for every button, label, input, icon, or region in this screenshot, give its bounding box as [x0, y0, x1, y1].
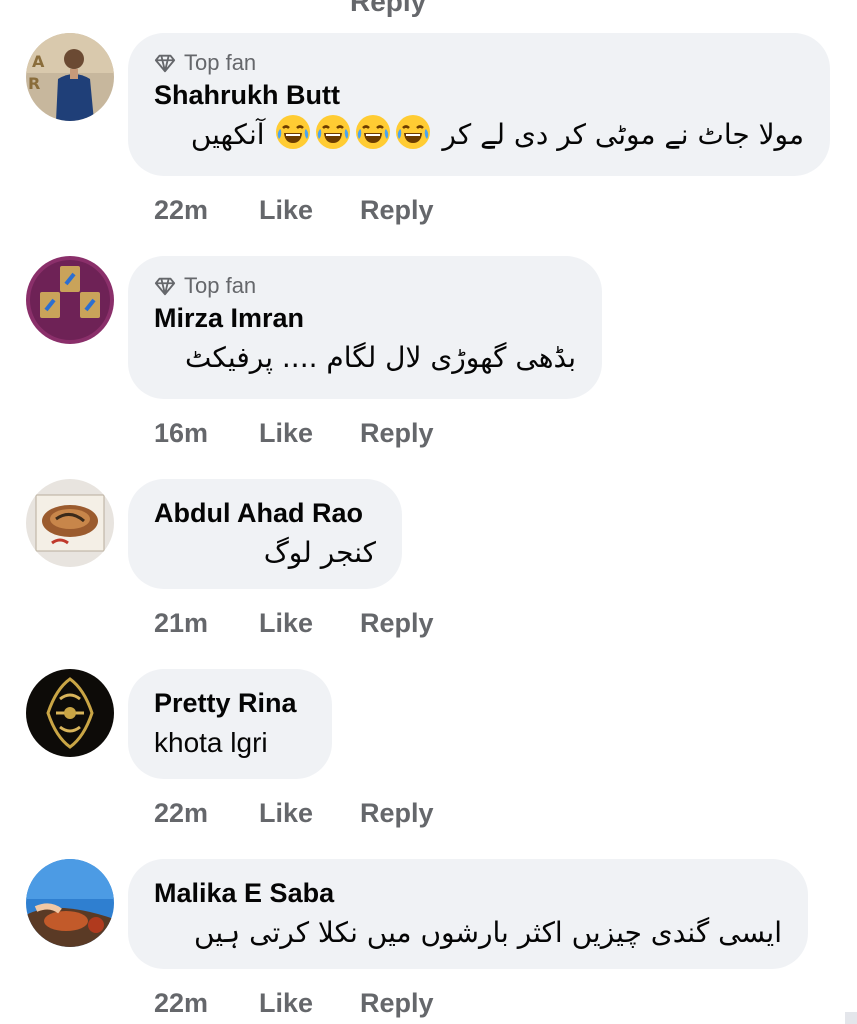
- emoji-group: [265, 115, 434, 151]
- comment-bubble[interactable]: Top fan Mirza Imran بڈھی گھوڑی لال لگام …: [128, 256, 602, 399]
- like-button[interactable]: Like: [259, 415, 360, 451]
- comment-bubble[interactable]: Malika E Saba ایسی گندی چیزیں اکثر بارشو…: [128, 859, 808, 969]
- comment-text: ایسی گندی چیزیں اکثر بارشوں میں نکلا کرت…: [194, 916, 782, 949]
- commenter-name[interactable]: Shahrukh Butt: [154, 77, 804, 113]
- diamond-icon: [154, 54, 176, 73]
- comment-text-part: مولا جاٹ نے موٹی کر دی لے کر: [442, 118, 804, 151]
- scrollbar-edge[interactable]: [845, 1012, 857, 1024]
- avatar-image: [26, 669, 114, 757]
- laughing-emoji-icon: [276, 115, 311, 149]
- avatar-image: [26, 859, 114, 947]
- svg-text:R: R: [28, 74, 40, 93]
- commenter-name[interactable]: Pretty Rina: [154, 685, 306, 721]
- comment-actions: 22m Like Reply: [154, 192, 434, 228]
- commenter-name[interactable]: Mirza Imran: [154, 300, 576, 336]
- top-fan-badge: Top fan: [154, 272, 576, 300]
- badge-label: Top fan: [184, 273, 257, 298]
- reply-button[interactable]: Reply: [360, 605, 434, 641]
- like-button[interactable]: Like: [259, 605, 360, 641]
- like-button[interactable]: Like: [259, 192, 360, 228]
- comment-actions: 21m Like Reply: [154, 605, 434, 641]
- comment-bubble[interactable]: Abdul Ahad Rao کنجر لوگ: [128, 479, 402, 589]
- like-button[interactable]: Like: [259, 795, 360, 831]
- commenter-name[interactable]: Malika E Saba: [154, 875, 782, 911]
- like-button[interactable]: Like: [259, 985, 360, 1021]
- comment-timestamp[interactable]: 22m: [154, 795, 259, 831]
- comment-text-part: آنکھیں: [190, 118, 265, 151]
- reply-button[interactable]: Reply: [360, 795, 434, 831]
- comment-timestamp[interactable]: 22m: [154, 985, 259, 1021]
- reply-button[interactable]: Reply: [360, 985, 434, 1021]
- comment-actions: 16m Like Reply: [154, 415, 434, 451]
- comment-actions: 22m Like Reply: [154, 985, 434, 1021]
- comment-timestamp[interactable]: 22m: [154, 192, 259, 228]
- comment-bubble[interactable]: Pretty Rina khota lgri: [128, 669, 332, 779]
- svg-text:A: A: [32, 52, 45, 71]
- laughing-emoji-icon: [396, 115, 431, 149]
- comment-actions: 22m Like Reply: [154, 795, 434, 831]
- avatar[interactable]: A R: [26, 33, 114, 121]
- reply-button[interactable]: Reply: [360, 192, 434, 228]
- avatar[interactable]: [26, 859, 114, 947]
- previous-reply-link[interactable]: Reply: [350, 0, 426, 18]
- laughing-emoji-icon: [356, 115, 391, 149]
- avatar-image: [26, 479, 114, 567]
- comment-text: khota lgri: [154, 727, 268, 758]
- commenter-name[interactable]: Abdul Ahad Rao: [154, 495, 376, 531]
- comment-timestamp[interactable]: 21m: [154, 605, 259, 641]
- comment-text: بڈھی گھوڑی لال لگام .... پرفیکٹ: [184, 341, 576, 374]
- reply-button[interactable]: Reply: [360, 415, 434, 451]
- comment-text: مولا جاٹ نے موٹی کر دی لے کر آنکھیں: [154, 113, 804, 157]
- avatar[interactable]: [26, 479, 114, 567]
- avatar-image: A R: [26, 33, 114, 121]
- badge-label: Top fan: [184, 50, 257, 75]
- comment-timestamp[interactable]: 16m: [154, 415, 259, 451]
- comment-bubble[interactable]: Top fan Shahrukh Butt مولا جاٹ نے موٹی ک…: [128, 33, 830, 176]
- avatar[interactable]: [26, 669, 114, 757]
- avatar[interactable]: [26, 256, 114, 344]
- laughing-emoji-icon: [316, 115, 351, 149]
- diamond-icon: [154, 277, 176, 296]
- top-fan-badge: Top fan: [154, 49, 804, 77]
- comment-text: کنجر لوگ: [263, 536, 376, 569]
- avatar-image: [26, 256, 114, 344]
